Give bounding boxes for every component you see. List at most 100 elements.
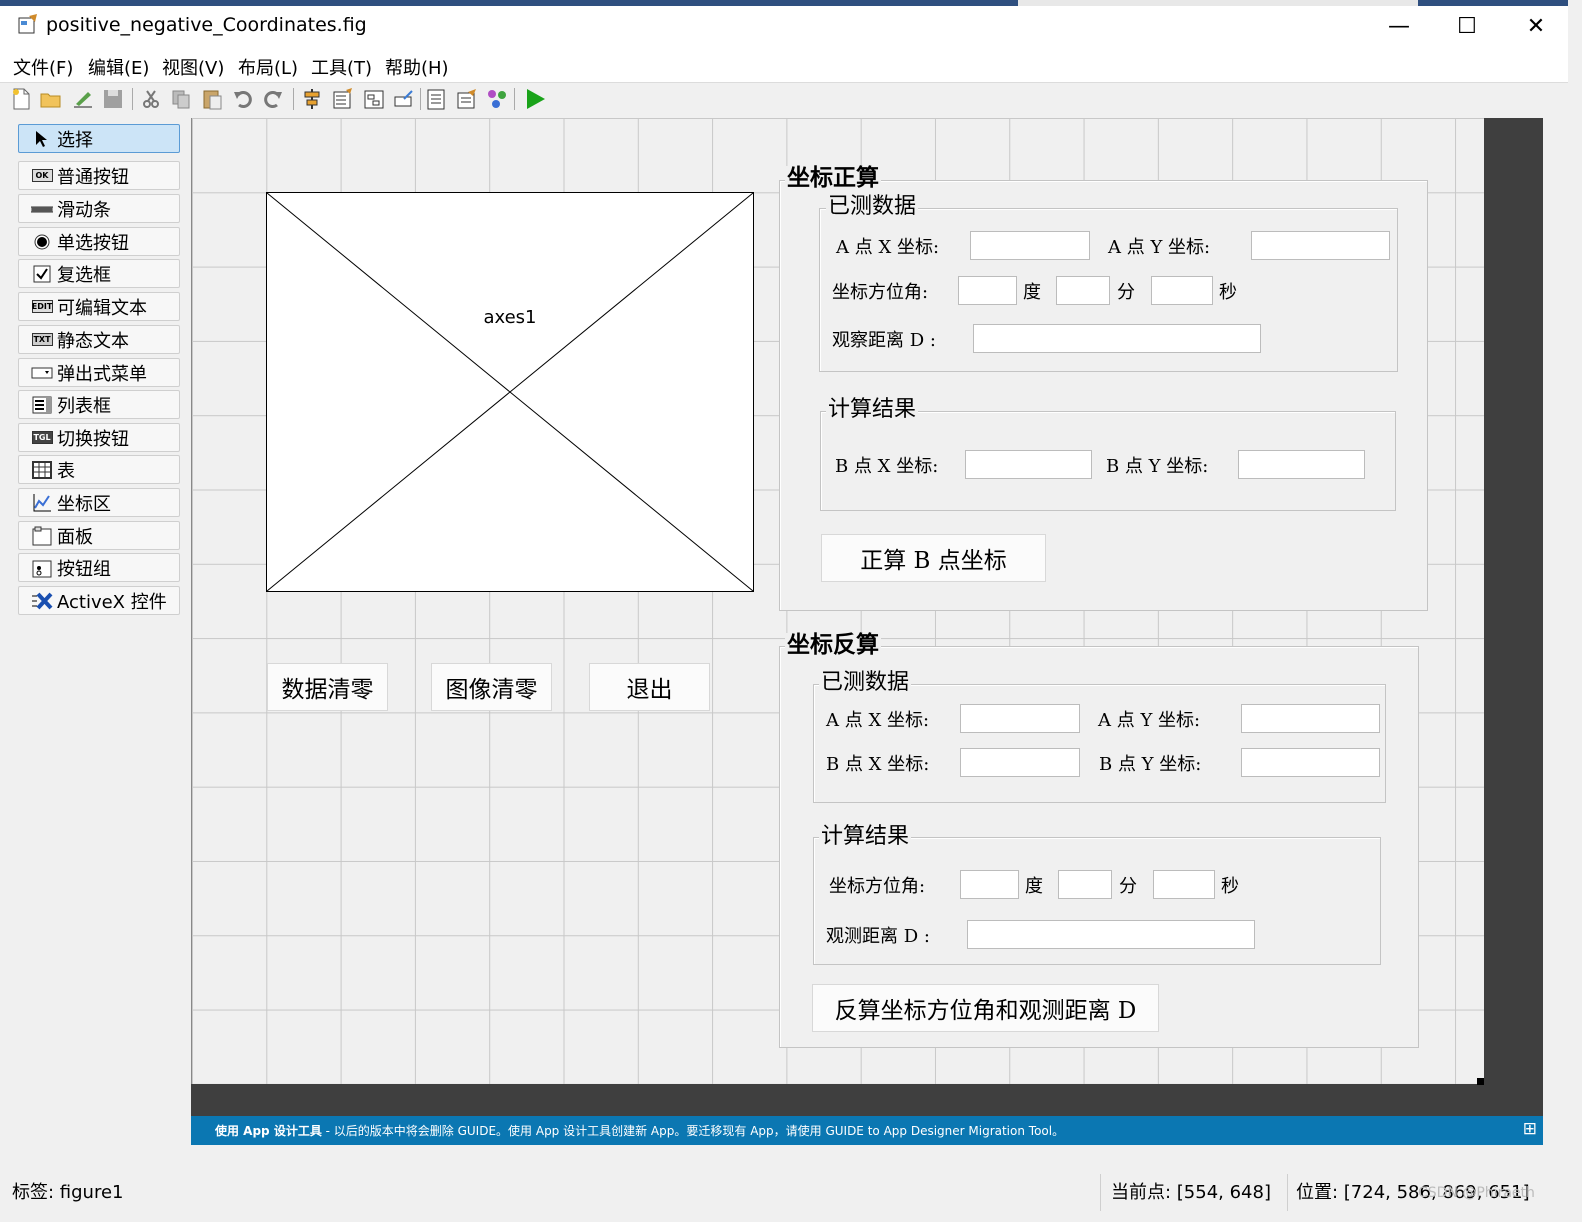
palette-label: 滑动条: [57, 199, 111, 221]
panel-icon: [31, 526, 53, 545]
cut-icon[interactable]: [138, 86, 164, 112]
inverse-by-input[interactable]: [1241, 748, 1380, 777]
watermark: CSDN @Phiraeth: [1418, 1185, 1535, 1201]
palette-panel[interactable]: 面板: [18, 521, 180, 550]
palette-label: 坐标区: [57, 493, 111, 515]
slider-icon: [31, 200, 53, 218]
inverse-calc-button[interactable]: 反算坐标方位角和观测距离 D: [812, 984, 1159, 1032]
palette-label: 面板: [57, 526, 93, 548]
menu-editor-icon[interactable]: [330, 86, 356, 112]
forward-ax-input[interactable]: [970, 231, 1090, 260]
axes-label: axes1: [483, 307, 537, 328]
open-folder-icon[interactable]: [38, 86, 64, 112]
palette-static-text[interactable]: TXT 静态文本: [18, 325, 180, 354]
inverse-minute-output[interactable]: [1058, 870, 1112, 899]
inverse-second-output[interactable]: [1153, 870, 1215, 899]
property-inspector-icon[interactable]: [454, 86, 480, 112]
palette-checkbox[interactable]: 复选框: [18, 259, 180, 288]
palette-radio-button[interactable]: 单选按钮: [18, 227, 180, 256]
palette-label: 复选框: [57, 264, 111, 286]
menu-edit[interactable]: 编辑(E): [88, 54, 149, 80]
inverse-ax-label: A 点 X 坐标:: [826, 710, 930, 731]
minimize-button[interactable]: —: [1366, 6, 1432, 46]
static-text-icon: TXT: [31, 333, 53, 346]
inverse-bx-input[interactable]: [960, 748, 1080, 777]
table-icon: [31, 460, 53, 479]
tab-order-icon[interactable]: [361, 86, 387, 112]
palette-edit-text[interactable]: EDIT 可编辑文本: [18, 292, 180, 321]
forward-ay-input[interactable]: [1251, 231, 1390, 260]
palette-label: 按钮组: [57, 558, 111, 580]
forward-measured-title: 已测数据: [826, 194, 919, 219]
copy-icon[interactable]: [168, 86, 194, 112]
forward-ax-label: A 点 X 坐标:: [836, 237, 940, 258]
new-file-icon[interactable]: [8, 86, 34, 112]
clear-image-button[interactable]: 图像清零: [431, 663, 552, 711]
forward-second-input[interactable]: [1151, 276, 1213, 305]
menu-tools[interactable]: 工具(T): [311, 54, 372, 80]
palette-button-group[interactable]: 按钮组: [18, 553, 180, 582]
maximize-button[interactable]: ☐: [1434, 6, 1500, 46]
menu-help[interactable]: 帮助(H): [385, 54, 449, 80]
forward-by-label: B 点 Y 坐标:: [1106, 456, 1209, 477]
top-strip: [0, 0, 1568, 6]
forward-panel-title: 坐标正算: [785, 164, 881, 191]
inverse-measured-title: 已测数据: [819, 670, 912, 695]
forward-distance-label: 观察距离 D :: [832, 330, 936, 351]
palette-label: ActiveX 控件: [57, 591, 167, 613]
palette-listbox[interactable]: 列表框: [18, 390, 180, 419]
inverse-ax-input[interactable]: [960, 704, 1080, 733]
redo-icon[interactable]: [260, 86, 286, 112]
palette-activex[interactable]: ActiveX 控件: [18, 586, 180, 615]
forward-azimuth-label: 坐标方位角:: [832, 282, 929, 303]
paste-icon[interactable]: [199, 86, 225, 112]
inverse-by-label: B 点 Y 坐标:: [1099, 754, 1202, 775]
palette-toggle-button[interactable]: TGL 切换按钮: [18, 423, 180, 452]
palette-axes[interactable]: 坐标区: [18, 488, 180, 517]
forward-calc-button[interactable]: 正算 B 点坐标: [821, 534, 1046, 582]
object-browser-icon[interactable]: [484, 86, 510, 112]
save-icon[interactable]: [100, 86, 126, 112]
radio-button-icon: [31, 233, 53, 251]
exit-button[interactable]: 退出: [589, 663, 710, 711]
forward-second-unit: 秒: [1219, 282, 1237, 303]
forward-bx-output[interactable]: [965, 450, 1092, 479]
listbox-icon: [31, 396, 53, 414]
button-group-icon: [31, 559, 53, 577]
menu-file[interactable]: 文件(F): [13, 54, 73, 80]
undo-icon[interactable]: [230, 86, 256, 112]
inverse-result-title: 计算结果: [819, 824, 912, 849]
forward-distance-input[interactable]: [973, 324, 1261, 353]
canvas-margin-bottom: [191, 1084, 1543, 1116]
forward-minute-input[interactable]: [1056, 276, 1110, 305]
forward-bx-label: B 点 X 坐标:: [835, 456, 939, 477]
menu-layout[interactable]: 布局(L): [238, 54, 298, 80]
palette-label: 切换按钮: [57, 428, 129, 450]
align-icon[interactable]: [299, 86, 325, 112]
arrow-cursor-icon: [31, 130, 53, 148]
close-button[interactable]: ✕: [1503, 6, 1569, 46]
inverse-measured-panel[interactable]: [813, 684, 1386, 803]
inverse-bx-label: B 点 X 坐标:: [826, 754, 930, 775]
clear-data-button[interactable]: 数据清零: [267, 663, 388, 711]
toolbar-editor-icon[interactable]: [391, 86, 417, 112]
menu-view[interactable]: 视图(V): [162, 54, 224, 80]
export-icon[interactable]: [70, 86, 96, 112]
toolbar: [0, 83, 1568, 115]
status-tag: 标签: figure1: [12, 1182, 124, 1203]
expand-icon[interactable]: ⊞: [1523, 1119, 1537, 1139]
run-icon[interactable]: [522, 86, 548, 112]
palette-table[interactable]: 表: [18, 455, 180, 484]
editor-icon[interactable]: [424, 86, 450, 112]
inverse-ay-input[interactable]: [1241, 704, 1380, 733]
inverse-degree-output[interactable]: [960, 870, 1019, 899]
palette-select[interactable]: 选择: [18, 124, 180, 153]
axes-component[interactable]: [266, 192, 754, 592]
inverse-distance-output[interactable]: [967, 920, 1255, 949]
resize-handle[interactable]: [1477, 1078, 1484, 1085]
forward-by-output[interactable]: [1238, 450, 1365, 479]
palette-slider[interactable]: 滑动条: [18, 194, 180, 223]
palette-push-button[interactable]: OK 普通按钮: [18, 161, 180, 190]
forward-degree-input[interactable]: [958, 276, 1017, 305]
palette-popup-menu[interactable]: 弹出式菜单: [18, 358, 180, 387]
